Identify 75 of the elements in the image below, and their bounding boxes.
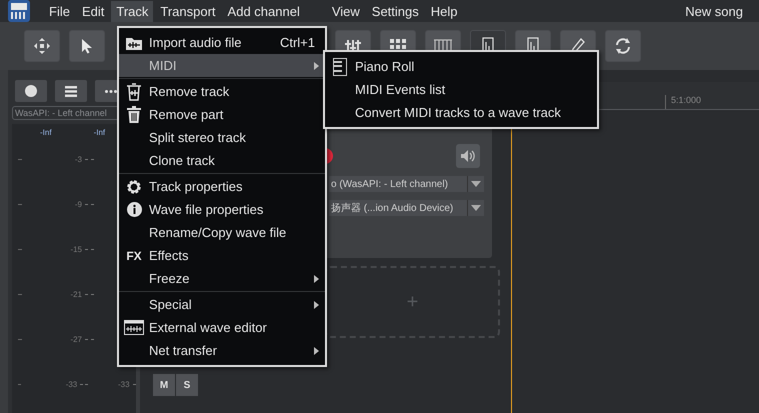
scale-label: -3	[74, 155, 82, 164]
scale-label: -15	[69, 245, 82, 254]
menu-item[interactable]: Split stereo track	[119, 126, 325, 149]
menu-item[interactable]: Help	[426, 0, 463, 22]
scale-label: -33	[118, 380, 130, 389]
mute-button[interactable]: M	[153, 374, 175, 396]
info-icon	[126, 202, 142, 217]
scale-tick	[85, 204, 94, 205]
menu-item[interactable]: Import audio file Ctrl+1	[119, 31, 325, 54]
scale-tick	[85, 339, 94, 340]
dropdown-arrow-icon	[471, 181, 481, 187]
menu-item[interactable]: Transport	[155, 0, 221, 22]
menu-button[interactable]	[55, 80, 87, 102]
shortcut-label: Ctrl+1	[280, 35, 315, 50]
device-dropdown[interactable]: 扬声器 (...ion Audio Device)	[329, 200, 484, 216]
menu-item[interactable]: Clone track	[119, 149, 325, 172]
scale-tick	[85, 294, 94, 295]
piano-keys-icon	[433, 39, 453, 53]
menu-item[interactable]: External wave editor	[119, 316, 325, 339]
scale-tick	[18, 339, 22, 340]
scale-label: -33	[64, 380, 78, 389]
app-logo-icon[interactable]	[8, 0, 30, 22]
menu-item[interactable]: Wave file properties	[119, 198, 325, 221]
menu-item[interactable]: Track properties	[119, 175, 325, 198]
solo-button[interactable]: S	[176, 374, 198, 396]
menu-item[interactable]: View	[326, 0, 365, 22]
scale-tick	[85, 249, 94, 250]
tool-button[interactable]	[69, 30, 105, 62]
scale-tick	[18, 294, 22, 295]
menu-item[interactable]: Convert MIDI tracks to a wave track	[325, 101, 597, 124]
piano-keys-icon	[333, 58, 347, 76]
scale-tick	[132, 384, 136, 385]
menu-item[interactable]: MIDI	[119, 54, 325, 77]
dropdown-arrow-icon	[471, 205, 481, 211]
menu-item[interactable]: Piano Roll	[325, 55, 597, 78]
menu-item[interactable]: Net transfer	[119, 339, 325, 362]
scale-tick	[85, 159, 94, 160]
menu-item[interactable]: FX Effects	[119, 244, 325, 267]
scale-tick	[18, 384, 22, 385]
menu-item[interactable]: File	[44, 0, 75, 22]
move-icon	[33, 37, 51, 55]
menu-icon	[65, 86, 77, 96]
meter-reading: -Inf	[94, 128, 106, 137]
menu-item[interactable]: Edit	[76, 0, 110, 22]
tool-button[interactable]	[24, 30, 60, 62]
scale-label: -27	[69, 335, 82, 344]
pointer-icon	[81, 38, 93, 54]
menu-item[interactable]: Rename/Copy wave file	[119, 221, 325, 244]
menu-item[interactable]: Special	[119, 293, 325, 316]
speaker-button[interactable]	[456, 144, 480, 168]
menu-item[interactable]: Remove track	[119, 80, 325, 103]
menu-item[interactable]: Settings	[366, 0, 424, 22]
song-title: New song	[685, 4, 743, 18]
meter-reading: -Inf	[40, 128, 52, 137]
menu-item[interactable]: MIDI Events list	[325, 78, 597, 101]
tool-button[interactable]	[605, 30, 641, 62]
menu-item[interactable]: Add channel	[222, 0, 305, 22]
scale-tick	[18, 249, 22, 250]
scale-tick	[18, 204, 22, 205]
gear-icon	[126, 178, 142, 194]
speaker-icon	[461, 150, 475, 162]
scale-tick	[80, 384, 88, 385]
wave-window-icon	[124, 320, 144, 335]
menu-item[interactable]: Track	[111, 0, 154, 22]
menu-item[interactable]: Freeze	[119, 267, 325, 290]
record-icon	[25, 85, 37, 97]
track-trash-icon	[126, 82, 142, 100]
trash-icon	[127, 106, 141, 123]
record-button[interactable]	[15, 80, 47, 102]
scale-label: -9	[74, 200, 82, 209]
scale-tick	[18, 159, 22, 160]
refresh-icon	[614, 37, 632, 55]
device-dropdown[interactable]: o (WasAPI: - Left channel)	[329, 176, 484, 192]
fx-label: FX	[126, 248, 142, 262]
scale-label: -21	[69, 290, 82, 299]
